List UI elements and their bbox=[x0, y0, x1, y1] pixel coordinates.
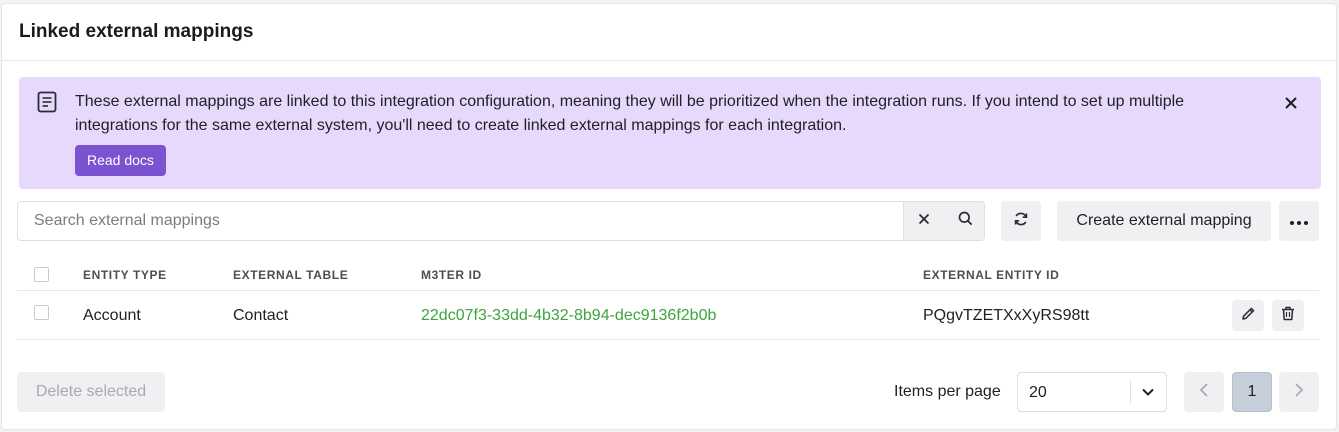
entity-type-cell: Account bbox=[83, 307, 141, 324]
column-header-m3ter-id[interactable]: M3TER ID bbox=[421, 268, 482, 282]
m3ter-id-link[interactable]: 22dc07f3-33dd-4b32-8b94-dec9136f2b0b bbox=[421, 307, 716, 325]
search-button[interactable] bbox=[944, 202, 984, 240]
select-divider bbox=[1130, 381, 1131, 403]
create-external-mapping-button[interactable]: Create external mapping bbox=[1057, 201, 1271, 241]
clear-icon bbox=[918, 212, 930, 230]
banner-message: These external mappings are linked to th… bbox=[75, 93, 1185, 134]
mappings-table: ENTITY TYPE EXTERNAL TABLE M3TER ID EXTE… bbox=[17, 257, 1319, 340]
row-select-checkbox[interactable] bbox=[34, 305, 49, 320]
read-docs-button[interactable]: Read docs bbox=[75, 145, 166, 176]
items-per-page-label: Items per page bbox=[894, 383, 1001, 400]
delete-row-button[interactable] bbox=[1272, 300, 1304, 331]
edit-button[interactable] bbox=[1232, 300, 1264, 331]
external-entity-id-cell: PQgvTZETXxXyRS98tt bbox=[923, 307, 1090, 324]
refresh-button[interactable] bbox=[1001, 201, 1041, 241]
clear-search-button[interactable] bbox=[904, 202, 944, 240]
items-per-page-value: 20 bbox=[1029, 384, 1047, 401]
external-table-cell: Contact bbox=[233, 307, 289, 324]
chevron-left-icon bbox=[1199, 382, 1209, 403]
pencil-icon bbox=[1241, 306, 1256, 326]
refresh-icon bbox=[1013, 211, 1029, 232]
chevron-down-icon bbox=[1141, 385, 1155, 399]
search-icon bbox=[958, 211, 973, 231]
column-header-external-table[interactable]: EXTERNAL TABLE bbox=[233, 268, 348, 282]
search-actions bbox=[903, 202, 984, 240]
select-all-checkbox[interactable] bbox=[34, 267, 49, 282]
card-header: Linked external mappings bbox=[2, 4, 1336, 61]
page-number-button[interactable]: 1 bbox=[1232, 372, 1272, 412]
toolbar: Create external mapping bbox=[17, 201, 1319, 241]
chevron-right-icon bbox=[1294, 382, 1304, 403]
table-header: ENTITY TYPE EXTERNAL TABLE M3TER ID EXTE… bbox=[17, 257, 1319, 291]
search-box bbox=[17, 201, 985, 241]
close-icon[interactable] bbox=[1283, 95, 1299, 111]
more-options-button[interactable] bbox=[1279, 201, 1319, 241]
trash-icon bbox=[1281, 306, 1295, 326]
info-banner: These external mappings are linked to th… bbox=[19, 77, 1321, 189]
next-page-button[interactable] bbox=[1279, 372, 1319, 412]
search-input[interactable] bbox=[18, 202, 903, 240]
previous-page-button[interactable] bbox=[1184, 372, 1224, 412]
document-icon bbox=[37, 91, 57, 113]
column-header-entity-type[interactable]: ENTITY TYPE bbox=[83, 268, 167, 282]
table-footer: Delete selected Items per page 20 1 bbox=[17, 372, 1319, 412]
more-horizontal-icon bbox=[1290, 212, 1308, 230]
table-row: Account Contact 22dc07f3-33dd-4b32-8b94-… bbox=[17, 291, 1319, 340]
delete-selected-button[interactable]: Delete selected bbox=[17, 372, 165, 412]
card-title: Linked external mappings bbox=[19, 21, 254, 42]
items-per-page-select[interactable]: 20 bbox=[1017, 372, 1167, 412]
column-header-external-entity-id[interactable]: EXTERNAL ENTITY ID bbox=[923, 268, 1059, 282]
